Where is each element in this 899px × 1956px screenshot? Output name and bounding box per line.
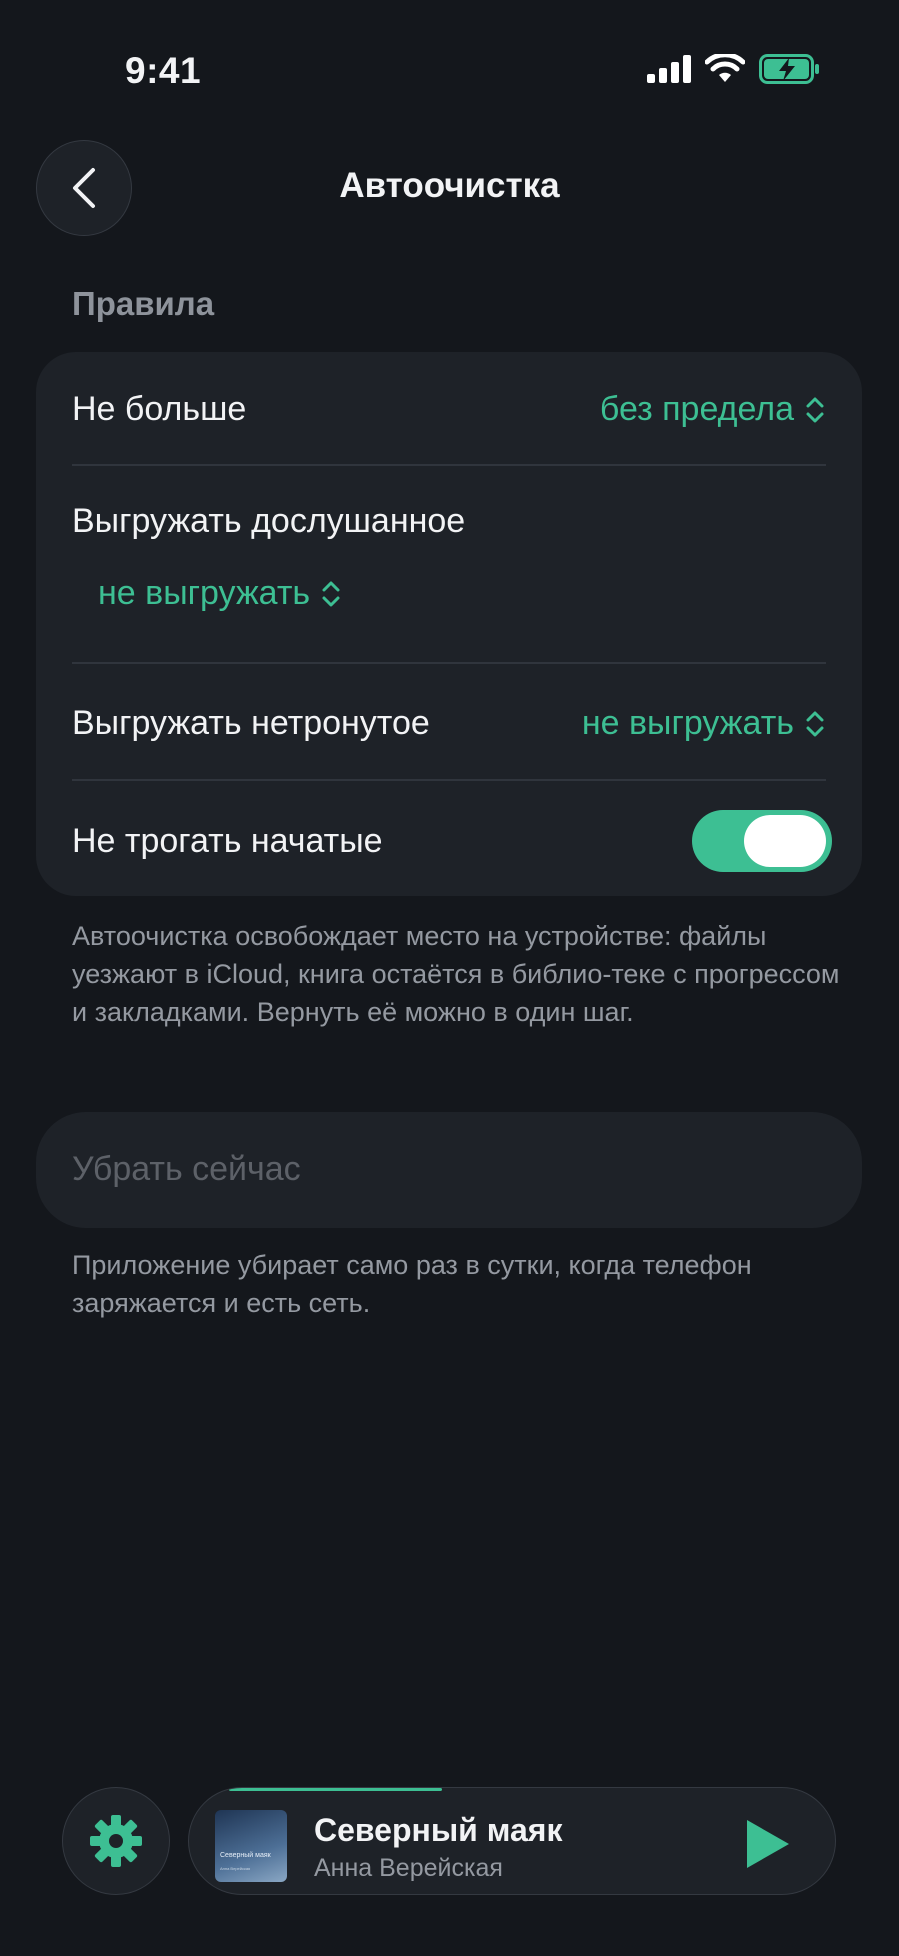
book-cover: Северный маяк Анна Верейская [215, 1810, 287, 1882]
mini-player[interactable]: Северный маяк Анна Верейская Северный ма… [188, 1787, 836, 1895]
chevron-up-down-icon [806, 397, 824, 422]
rule-label: Не больше [72, 390, 247, 428]
rule-value-picker[interactable]: не выгружать [582, 704, 826, 743]
rule-value: не выгружать [581, 704, 794, 742]
battery-charging-icon [759, 54, 819, 84]
wifi-icon [705, 54, 745, 82]
rules-card: Не больше без предела Выгружать дослушан… [36, 352, 862, 896]
rule-value-picker[interactable]: не выгружать [98, 574, 342, 613]
rule-label: Выгружать дослушанное [72, 502, 466, 540]
keep-started-toggle[interactable] [692, 810, 832, 872]
divider [72, 464, 826, 466]
player-book-title: Северный маяк [314, 1812, 563, 1848]
rule-row-untouched[interactable]: Выгружать нетронутое не выгружать [72, 704, 826, 748]
status-icons [647, 54, 821, 84]
clear-footnote: Приложение убирает само раз в сутки, ког… [72, 1250, 752, 1318]
status-time: 9:41 [125, 50, 202, 91]
rule-row-max-count[interactable]: Не больше без предела [72, 390, 826, 434]
cover-author: Анна Верейская [220, 1866, 251, 1871]
rules-footnote: Автоочистка освобождает место на устройс… [72, 921, 840, 1027]
gear-icon [90, 1815, 142, 1867]
rule-value: без предела [599, 390, 794, 428]
rule-value: не выгружать [98, 574, 311, 612]
player-book-author: Анна Верейская [314, 1854, 503, 1882]
rule-row-keep-started: Не трогать начатые [72, 810, 832, 872]
clear-now-button[interactable]: Убрать сейчас [36, 1112, 862, 1228]
playback-progress-bar [229, 1788, 442, 1791]
chevron-up-down-icon [806, 711, 824, 736]
cover-title: Северный маяк [220, 1852, 271, 1859]
section-title-rules: Правила [72, 285, 215, 322]
play-icon[interactable] [743, 1818, 791, 1870]
divider [72, 779, 826, 781]
rule-row-finished[interactable]: Выгружать дослушанное не выгружать [72, 502, 826, 632]
divider [72, 662, 826, 664]
autoclean-screen: 9:41 Автоочистка Правила Не больше без п… [0, 0, 899, 1956]
clear-now-label: Убрать сейчас [72, 1150, 301, 1188]
rule-label: Не трогать начатые [72, 822, 383, 860]
toggle-knob [744, 815, 826, 867]
rule-value-picker[interactable]: без предела [600, 390, 826, 429]
rule-label: Выгружать нетронутое [72, 704, 430, 742]
settings-button[interactable] [62, 1787, 170, 1895]
chevron-up-down-icon [322, 581, 340, 606]
page-title: Автоочистка [339, 166, 560, 205]
cellular-signal-icon [647, 55, 691, 83]
